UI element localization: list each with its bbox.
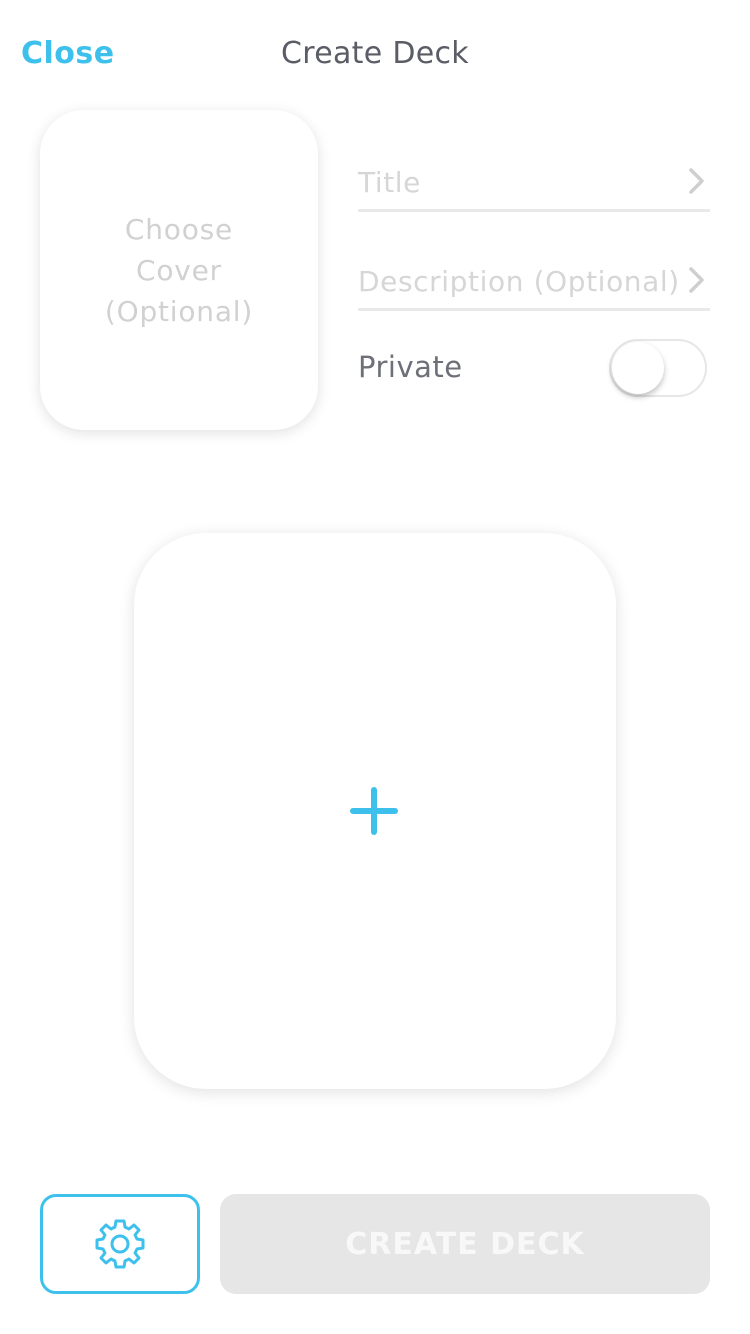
gear-icon (95, 1219, 145, 1269)
page-title: Create Deck (281, 36, 469, 71)
add-card-button[interactable] (134, 533, 616, 1089)
choose-cover-label: Choose Cover (Optional) (104, 212, 254, 328)
description-field[interactable]: Description (Optional) (358, 244, 710, 311)
title-placeholder: Title (358, 166, 422, 199)
title-field[interactable]: Title (358, 145, 710, 212)
description-placeholder: Description (Optional) (358, 265, 680, 298)
private-label: Private (358, 350, 463, 384)
plus-icon (350, 787, 398, 835)
create-deck-button[interactable]: CREATE DECK (220, 1194, 710, 1294)
create-deck-label: CREATE DECK (345, 1226, 585, 1262)
chevron-right-icon (689, 168, 704, 194)
settings-button[interactable] (40, 1194, 200, 1294)
toggle-knob (612, 342, 664, 394)
private-toggle[interactable] (609, 339, 707, 397)
choose-cover-button[interactable]: Choose Cover (Optional) (40, 110, 318, 430)
chevron-right-icon (689, 267, 704, 293)
create-deck-screen: Close Create Deck Choose Cover (Optional… (0, 0, 750, 1334)
